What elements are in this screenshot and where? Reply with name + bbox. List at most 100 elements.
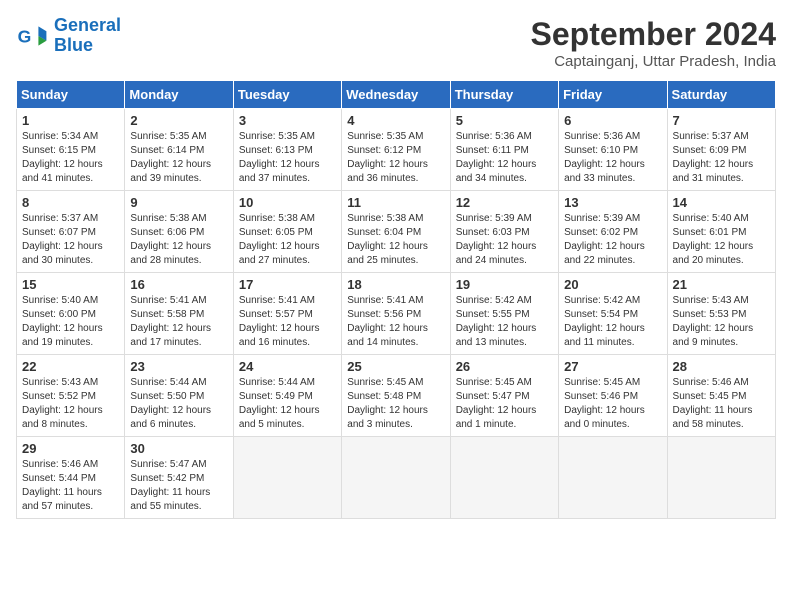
day-info: Sunrise: 5:45 AM Sunset: 5:48 PM Dayligh… [347, 376, 444, 432]
day-info: Sunrise: 5:39 AM Sunset: 6:02 PM Dayligh… [564, 212, 661, 268]
day-number: 8 [22, 195, 119, 210]
calendar-cell [233, 437, 341, 519]
calendar-cell: 28Sunrise: 5:46 AM Sunset: 5:45 PM Dayli… [667, 355, 775, 437]
day-number: 18 [347, 277, 444, 292]
calendar-cell: 9 Sunrise: 5:38 AM Sunset: 6:06 PM Daylig… [125, 191, 233, 273]
calendar-week-1: 1Sunrise: 5:34 AM Sunset: 6:15 PM Daylig… [17, 109, 776, 191]
logo-line2: Blue [54, 35, 93, 55]
page-header: G General Blue September 2024 Captaingan… [16, 16, 776, 70]
day-info: Sunrise: 5:41 AM Sunset: 5:57 PM Dayligh… [239, 294, 336, 350]
day-info: Sunrise: 5:42 AM Sunset: 5:54 PM Dayligh… [564, 294, 661, 350]
calendar-cell: 19 Sunrise: 5:42 AM Sunset: 5:55 PM Dayli… [450, 273, 558, 355]
calendar-cell: 5 Sunrise: 5:36 AM Sunset: 6:11 PM Daylig… [450, 109, 558, 191]
calendar-cell: 17Sunrise: 5:41 AM Sunset: 5:57 PM Dayli… [233, 273, 341, 355]
day-number: 5 [456, 113, 553, 128]
day-number: 9 [130, 195, 227, 210]
day-info: Sunrise: 5:45 AM Sunset: 5:47 PM Dayligh… [456, 376, 553, 432]
calendar-cell: 8Sunrise: 5:37 AM Sunset: 6:07 PM Daylig… [17, 191, 125, 273]
day-info: Sunrise: 5:43 AM Sunset: 5:53 PM Dayligh… [673, 294, 770, 350]
svg-text:G: G [18, 26, 32, 46]
day-info: Sunrise: 5:35 AM Sunset: 6:13 PM Dayligh… [239, 130, 336, 186]
calendar-cell: 7 Sunrise: 5:37 AM Sunset: 6:09 PM Daylig… [667, 109, 775, 191]
calendar-cell: 11 Sunrise: 5:38 AM Sunset: 6:04 PM Dayli… [342, 191, 450, 273]
calendar-header-row: SundayMondayTuesdayWednesdayThursdayFrid… [17, 81, 776, 109]
day-info: Sunrise: 5:40 AM Sunset: 6:01 PM Dayligh… [673, 212, 770, 268]
month-title: September 2024 [531, 16, 776, 53]
day-info: Sunrise: 5:43 AM Sunset: 5:52 PM Dayligh… [22, 376, 119, 432]
day-number: 16 [130, 277, 227, 292]
day-info: Sunrise: 5:41 AM Sunset: 5:56 PM Dayligh… [347, 294, 444, 350]
header-friday: Friday [559, 81, 667, 109]
day-info: Sunrise: 5:45 AM Sunset: 5:46 PM Dayligh… [564, 376, 661, 432]
calendar-cell: 30Sunrise: 5:47 AM Sunset: 5:42 PM Dayli… [125, 437, 233, 519]
calendar-cell: 20 Sunrise: 5:42 AM Sunset: 5:54 PM Dayli… [559, 273, 667, 355]
day-number: 10 [239, 195, 336, 210]
day-info: Sunrise: 5:44 AM Sunset: 5:49 PM Dayligh… [239, 376, 336, 432]
logo: G General Blue [16, 16, 121, 56]
calendar-table: SundayMondayTuesdayWednesdayThursdayFrid… [16, 80, 776, 519]
calendar-cell: 3Sunrise: 5:35 AM Sunset: 6:13 PM Daylig… [233, 109, 341, 191]
header-sunday: Sunday [17, 81, 125, 109]
day-number: 1 [22, 113, 119, 128]
calendar-cell: 29Sunrise: 5:46 AM Sunset: 5:44 PM Dayli… [17, 437, 125, 519]
calendar-week-2: 8Sunrise: 5:37 AM Sunset: 6:07 PM Daylig… [17, 191, 776, 273]
day-number: 4 [347, 113, 444, 128]
calendar-cell: 6Sunrise: 5:36 AM Sunset: 6:10 PM Daylig… [559, 109, 667, 191]
calendar-cell [667, 437, 775, 519]
calendar-cell: 25 Sunrise: 5:45 AM Sunset: 5:48 PM Dayli… [342, 355, 450, 437]
day-number: 30 [130, 441, 227, 456]
day-number: 7 [673, 113, 770, 128]
location-title: Captainganj, Uttar Pradesh, India [531, 53, 776, 70]
day-number: 21 [673, 277, 770, 292]
calendar-cell: 27 Sunrise: 5:45 AM Sunset: 5:46 PM Dayli… [559, 355, 667, 437]
day-number: 26 [456, 359, 553, 374]
logo-text: General Blue [54, 16, 121, 56]
calendar-cell: 13Sunrise: 5:39 AM Sunset: 6:02 PM Dayli… [559, 191, 667, 273]
calendar-week-4: 22 Sunrise: 5:43 AM Sunset: 5:52 PM Dayli… [17, 355, 776, 437]
day-number: 6 [564, 113, 661, 128]
calendar-cell: 4 Sunrise: 5:35 AM Sunset: 6:12 PM Daylig… [342, 109, 450, 191]
day-info: Sunrise: 5:42 AM Sunset: 5:55 PM Dayligh… [456, 294, 553, 350]
calendar-cell: 15 Sunrise: 5:40 AM Sunset: 6:00 PM Dayli… [17, 273, 125, 355]
title-area: September 2024 Captainganj, Uttar Prades… [531, 16, 776, 70]
calendar-cell [450, 437, 558, 519]
day-number: 19 [456, 277, 553, 292]
day-number: 20 [564, 277, 661, 292]
day-info: Sunrise: 5:37 AM Sunset: 6:09 PM Dayligh… [673, 130, 770, 186]
day-info: Sunrise: 5:36 AM Sunset: 6:11 PM Dayligh… [456, 130, 553, 186]
day-info: Sunrise: 5:38 AM Sunset: 6:04 PM Dayligh… [347, 212, 444, 268]
header-saturday: Saturday [667, 81, 775, 109]
day-info: Sunrise: 5:38 AM Sunset: 6:05 PM Dayligh… [239, 212, 336, 268]
header-monday: Monday [125, 81, 233, 109]
logo-icon: G [16, 20, 48, 52]
day-number: 24 [239, 359, 336, 374]
calendar-cell: 21 Sunrise: 5:43 AM Sunset: 5:53 PM Dayli… [667, 273, 775, 355]
day-number: 2 [130, 113, 227, 128]
day-info: Sunrise: 5:38 AM Sunset: 6:06 PM Dayligh… [130, 212, 227, 268]
calendar-week-5: 29Sunrise: 5:46 AM Sunset: 5:44 PM Dayli… [17, 437, 776, 519]
day-info: Sunrise: 5:35 AM Sunset: 6:12 PM Dayligh… [347, 130, 444, 186]
day-info: Sunrise: 5:46 AM Sunset: 5:44 PM Dayligh… [22, 458, 119, 514]
calendar-cell: 10 Sunrise: 5:38 AM Sunset: 6:05 PM Dayli… [233, 191, 341, 273]
day-number: 25 [347, 359, 444, 374]
calendar-cell: 23Sunrise: 5:44 AM Sunset: 5:50 PM Dayli… [125, 355, 233, 437]
calendar-cell: 14Sunrise: 5:40 AM Sunset: 6:01 PM Dayli… [667, 191, 775, 273]
header-thursday: Thursday [450, 81, 558, 109]
day-info: Sunrise: 5:40 AM Sunset: 6:00 PM Dayligh… [22, 294, 119, 350]
day-info: Sunrise: 5:35 AM Sunset: 6:14 PM Dayligh… [130, 130, 227, 186]
day-number: 15 [22, 277, 119, 292]
logo-line1: General [54, 15, 121, 35]
calendar-cell: 2 Sunrise: 5:35 AM Sunset: 6:14 PM Daylig… [125, 109, 233, 191]
calendar-week-3: 15 Sunrise: 5:40 AM Sunset: 6:00 PM Dayli… [17, 273, 776, 355]
day-number: 11 [347, 195, 444, 210]
day-number: 12 [456, 195, 553, 210]
calendar-cell: 16Sunrise: 5:41 AM Sunset: 5:58 PM Dayli… [125, 273, 233, 355]
day-number: 27 [564, 359, 661, 374]
day-info: Sunrise: 5:39 AM Sunset: 6:03 PM Dayligh… [456, 212, 553, 268]
day-number: 22 [22, 359, 119, 374]
calendar-cell [342, 437, 450, 519]
calendar-cell: 1Sunrise: 5:34 AM Sunset: 6:15 PM Daylig… [17, 109, 125, 191]
calendar-cell [559, 437, 667, 519]
calendar-cell: 12 Sunrise: 5:39 AM Sunset: 6:03 PM Dayli… [450, 191, 558, 273]
header-wednesday: Wednesday [342, 81, 450, 109]
